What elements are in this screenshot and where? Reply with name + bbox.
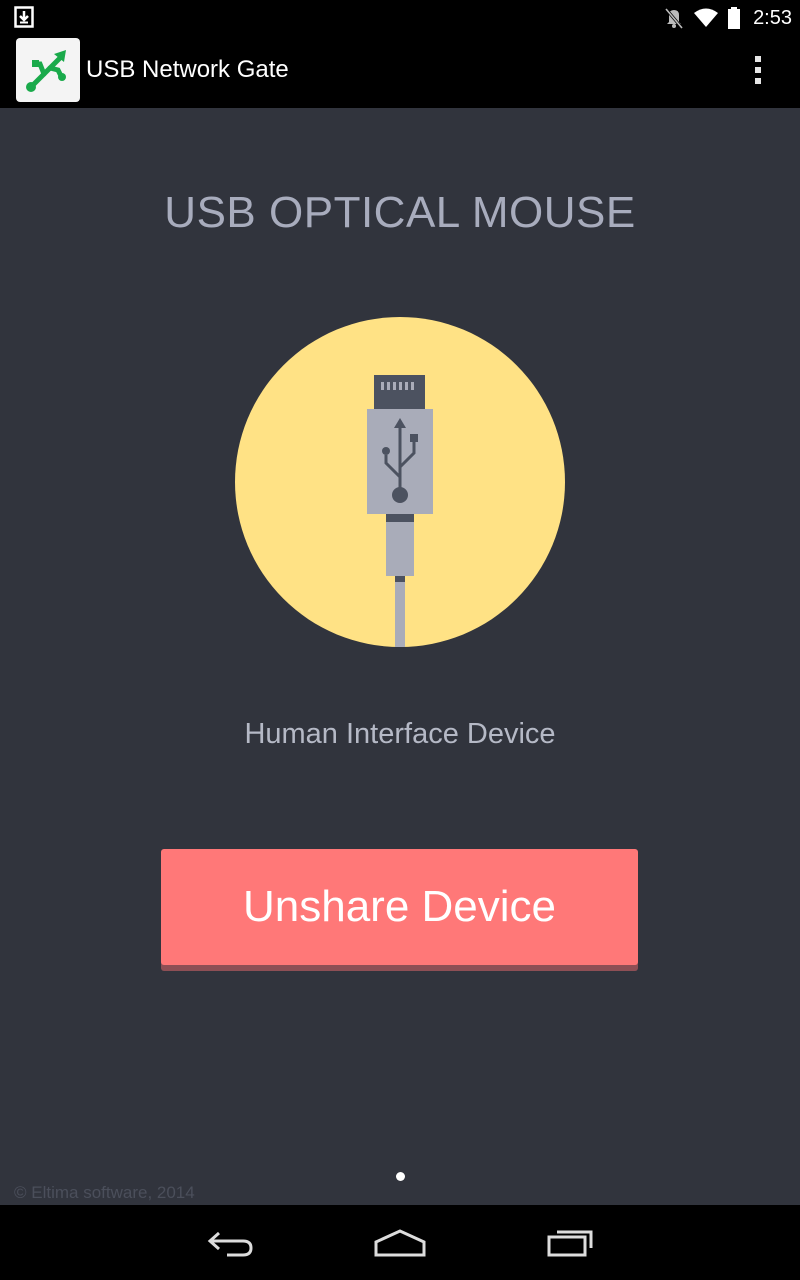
device-name: USB OPTICAL MOUSE [164,188,636,237]
page-indicator-dot [396,1172,405,1181]
usb-plug-icon [235,317,565,647]
app-title: USB Network Gate [86,56,289,83]
device-class-label: Human Interface Device [244,718,556,750]
navigation-bar [0,1205,800,1280]
battery-icon [728,7,741,29]
overflow-menu-icon[interactable] [746,56,770,88]
status-clock: 2:53 [753,6,792,29]
status-bar: 2:53 [0,0,800,36]
recents-icon[interactable] [540,1223,600,1263]
mute-icon [664,8,684,29]
back-icon[interactable] [200,1223,260,1263]
action-bar: USB Network Gate [0,36,800,108]
unshare-device-button[interactable]: Unshare Device [161,849,638,965]
home-icon[interactable] [370,1223,430,1263]
copyright-text: © Eltima software, 2014 [14,1183,195,1202]
wifi-icon [694,8,719,27]
download-notification-icon [14,6,34,28]
usb-symbol-icon [26,50,66,92]
usb-app-icon[interactable] [16,38,80,102]
